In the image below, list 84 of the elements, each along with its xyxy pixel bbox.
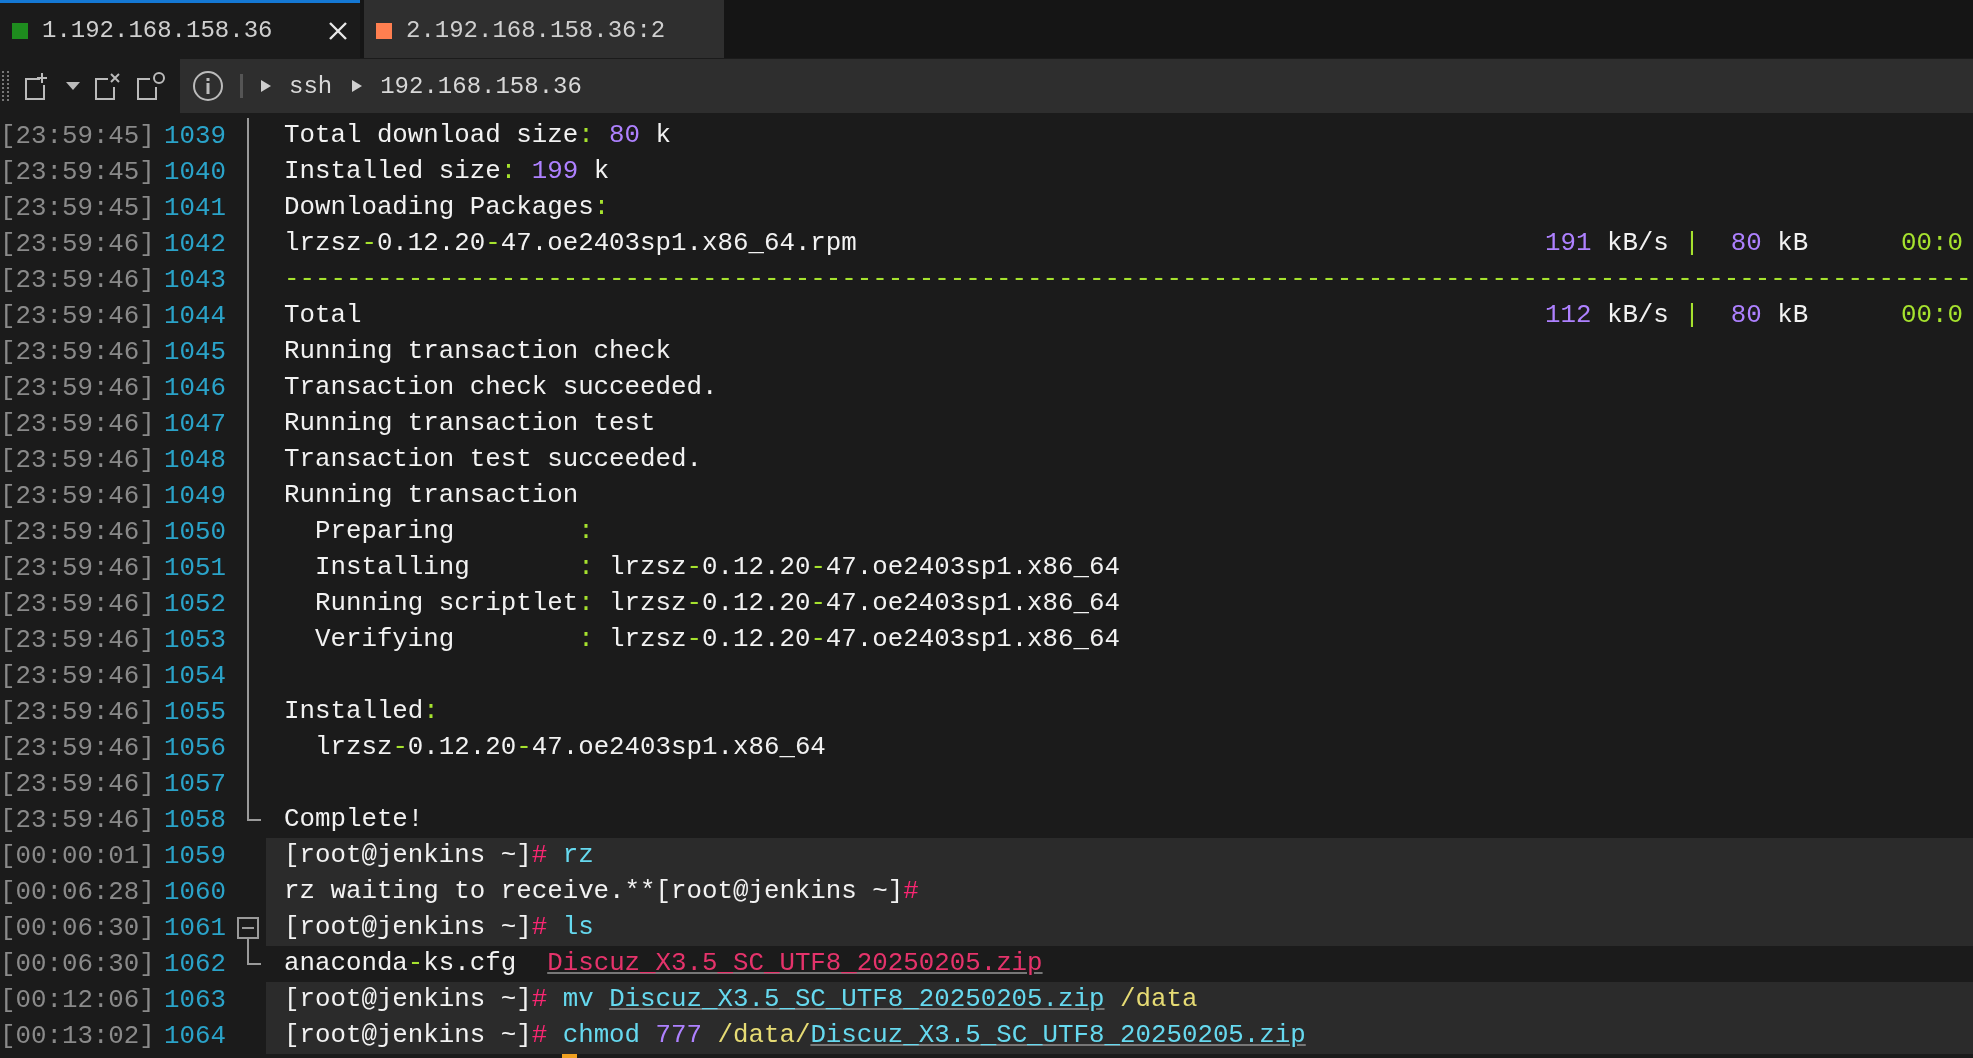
timestamp: [23:59:46] bbox=[0, 805, 156, 835]
terminal-line: Running transaction check bbox=[283, 336, 673, 368]
line-number: 1049 bbox=[164, 481, 227, 511]
chevron-icon bbox=[261, 80, 271, 92]
timestamp: [23:59:46] bbox=[0, 301, 156, 331]
timestamp: [00:12:06] bbox=[0, 985, 156, 1015]
close-tab-icon[interactable] bbox=[94, 71, 122, 101]
terminal-line: Running transaction test bbox=[283, 408, 657, 440]
session-tab[interactable]: 1.192.168.158.36 bbox=[0, 0, 360, 58]
terminal-line: Running transaction bbox=[283, 480, 580, 512]
terminal-line: lrzsz-0.12.20-47.oe2403sp1.x86_64 bbox=[313, 732, 827, 764]
timestamp: [23:59:46] bbox=[0, 373, 156, 403]
terminal-line: Preparing : bbox=[313, 516, 595, 548]
timestamp: [00:06:30] bbox=[0, 949, 156, 979]
line-number: 1052 bbox=[164, 589, 227, 619]
caret-icon[interactable] bbox=[66, 82, 80, 90]
grip-icon[interactable] bbox=[2, 71, 10, 101]
timestamp: [23:59:45] bbox=[0, 121, 156, 151]
timestamp: [23:59:46] bbox=[0, 589, 156, 619]
terminal-line: Total download size: 80 k bbox=[283, 120, 673, 152]
terminal-line: lrzsz-0.12.20-47.oe2403sp1.x86_64.rpm 191 kB/s | 80 kB 00:0 bbox=[283, 228, 1964, 260]
line-number: 1044 bbox=[164, 301, 227, 331]
line-number: 1064 bbox=[164, 1021, 227, 1051]
line-number: 1050 bbox=[164, 517, 227, 547]
line-number: 1041 bbox=[164, 193, 227, 223]
timestamp: [23:59:46] bbox=[0, 229, 156, 259]
timestamp: [23:59:46] bbox=[0, 625, 156, 655]
timestamp: [23:59:46] bbox=[0, 265, 156, 295]
terminal-line: Installing : lrzsz-0.12.20-47.oe2403sp1.x86_64 bbox=[313, 552, 1121, 584]
line-number: 1039 bbox=[164, 121, 227, 151]
session-tab[interactable]: 2.192.168.158.36:2 bbox=[364, 0, 724, 58]
line-number: 1054 bbox=[164, 661, 227, 691]
terminal-line: Installed size: 199 k bbox=[283, 156, 611, 188]
breadcrumb-item[interactable]: 192.168.158.36 bbox=[380, 72, 582, 100]
terminal-line: ------------------------------------------------------------------------------------------------------------- bbox=[283, 264, 1973, 296]
timestamp: [23:59:46] bbox=[0, 409, 156, 439]
terminal-line: Total 112 kB/s | 80 kB 00:0 bbox=[283, 300, 1964, 332]
chevron-icon bbox=[352, 80, 363, 92]
line-number: 1060 bbox=[164, 877, 227, 907]
line-number: 1040 bbox=[164, 157, 227, 187]
line-number: 1048 bbox=[164, 445, 227, 475]
line-number: 1043 bbox=[164, 265, 227, 295]
timestamp: [23:59:46] bbox=[0, 337, 156, 367]
duplicate-tab-icon[interactable] bbox=[136, 71, 166, 101]
timestamp: [23:59:45] bbox=[0, 193, 156, 223]
info-icon[interactable] bbox=[192, 70, 224, 102]
terminal-line: Downloading Packages: bbox=[283, 192, 611, 224]
terminal-line: Installed: bbox=[283, 696, 440, 728]
terminal-line: Verifying : lrzsz-0.12.20-47.oe2403sp1.x86_64 bbox=[313, 624, 1121, 656]
line-number: 1062 bbox=[164, 949, 227, 979]
timestamp: [23:59:46] bbox=[0, 769, 156, 799]
terminal-line: Transaction test succeeded. bbox=[283, 444, 703, 476]
line-number: 1061 bbox=[164, 913, 227, 943]
line-number: 1063 bbox=[164, 985, 227, 1015]
timestamp: [23:59:46] bbox=[0, 733, 156, 763]
breadcrumb-item[interactable]: ssh bbox=[289, 72, 333, 100]
line-number: 1042 bbox=[164, 229, 227, 259]
timestamp: [00:00:01] bbox=[0, 841, 156, 871]
line-number: 1051 bbox=[164, 553, 227, 583]
close-icon[interactable] bbox=[328, 20, 348, 41]
timestamp: [23:59:45] bbox=[0, 157, 156, 187]
terminal-line: anaconda-ks.cfg Discuz_X3.5_SC_UTF8_20250205.zip bbox=[283, 948, 1044, 980]
line-number: 1058 bbox=[164, 805, 227, 835]
timestamp: [23:59:46] bbox=[0, 697, 156, 727]
terminal-line: Running scriptlet: lrzsz-0.12.20-47.oe2403sp1.x86_64 bbox=[313, 588, 1121, 620]
timestamp: [23:59:46] bbox=[0, 661, 156, 691]
line-number: 1055 bbox=[164, 697, 227, 727]
collapse-icon[interactable] bbox=[237, 917, 259, 939]
timestamp: [23:59:46] bbox=[0, 481, 156, 511]
timestamp: [23:59:46] bbox=[0, 445, 156, 475]
line-number: 1059 bbox=[164, 841, 227, 871]
timestamp: [23:59:46] bbox=[0, 553, 156, 583]
timestamp: [00:06:28] bbox=[0, 877, 156, 907]
timestamp: [00:06:30] bbox=[0, 913, 156, 943]
terminal-line: Transaction check succeeded. bbox=[283, 372, 719, 404]
line-number: 1057 bbox=[164, 769, 227, 799]
timestamp: [00:13:02] bbox=[0, 1021, 156, 1051]
line-number: 1046 bbox=[164, 373, 227, 403]
line-number: 1045 bbox=[164, 337, 227, 367]
line-number: 1047 bbox=[164, 409, 227, 439]
line-number: 1053 bbox=[164, 625, 227, 655]
timestamp: [23:59:46] bbox=[0, 517, 156, 547]
terminal-line: Complete! bbox=[283, 804, 425, 836]
line-number: 1056 bbox=[164, 733, 227, 763]
